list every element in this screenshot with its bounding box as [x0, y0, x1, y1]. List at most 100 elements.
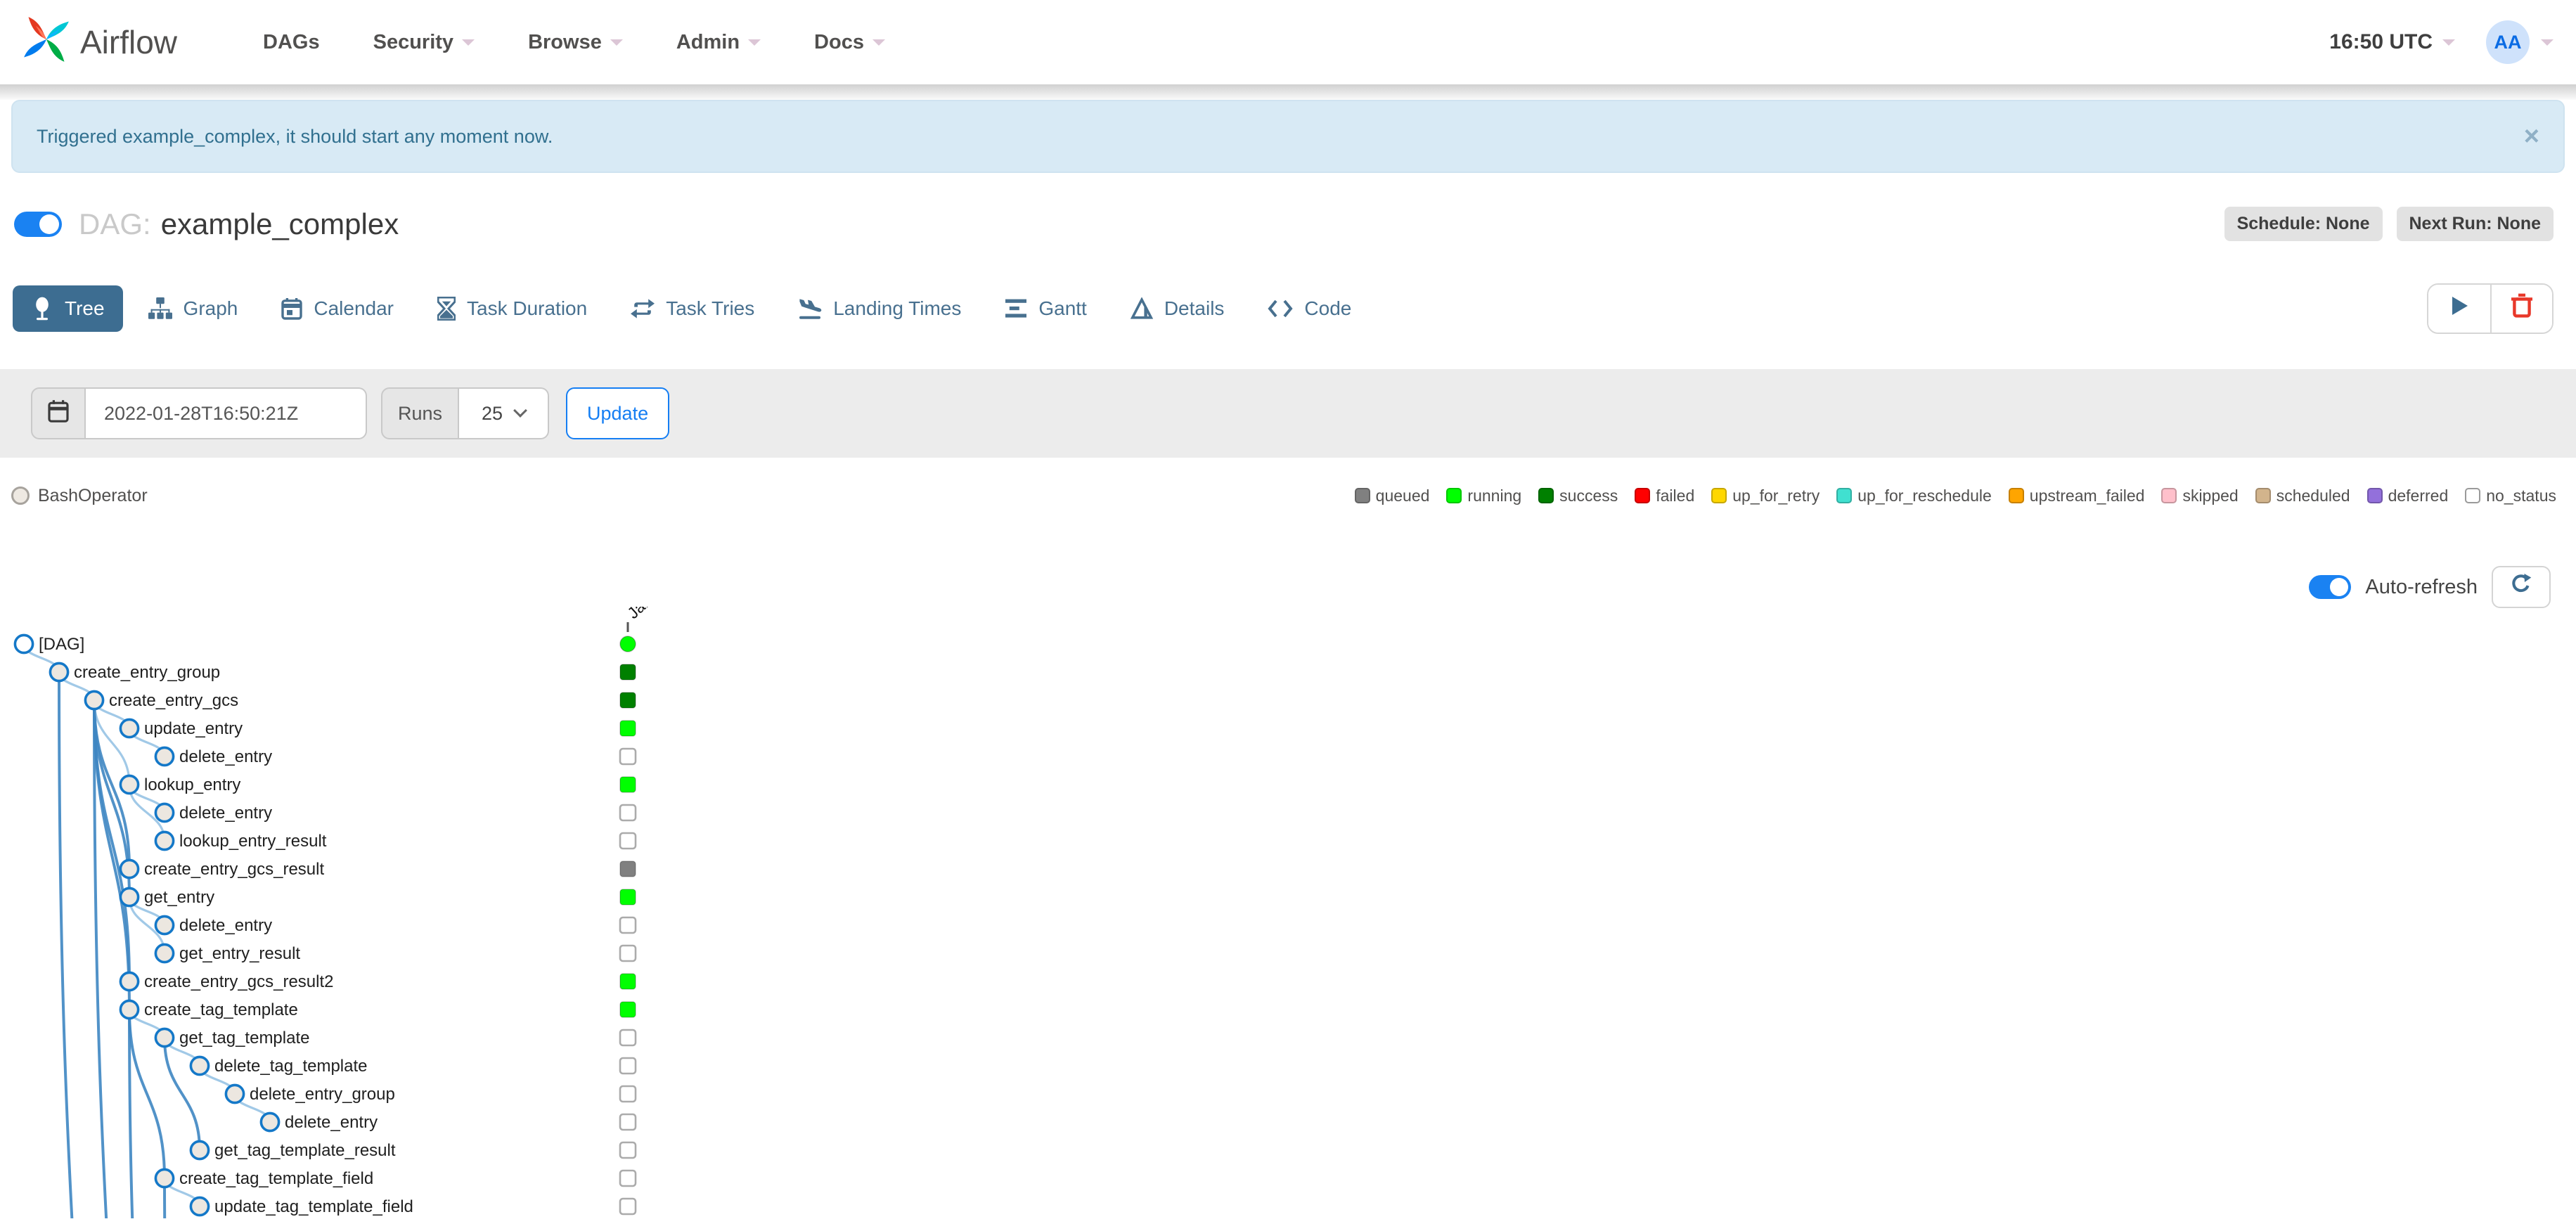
datepicker-button[interactable]	[31, 387, 86, 439]
tab-label: Gantt	[1038, 297, 1087, 319]
task-node-DAG[interactable]	[13, 633, 34, 655]
update-button[interactable]: Update	[566, 387, 670, 439]
nav-item-security[interactable]: Security	[373, 31, 475, 54]
tab-task-tries[interactable]: Task Tries	[612, 286, 773, 331]
task-node-delete_tag_template[interactable]	[189, 1055, 210, 1076]
task-status-square-no_status[interactable]	[619, 944, 637, 962]
refresh-button[interactable]	[2492, 566, 2551, 608]
task-status-square-running[interactable]	[619, 973, 636, 990]
chevron-down-icon	[748, 39, 761, 46]
brand-text: Airflow	[80, 24, 178, 60]
task-status-square-no_status[interactable]	[619, 1029, 637, 1047]
task-status-square-no_status[interactable]	[619, 916, 637, 934]
task-node-lookup_entry_result[interactable]	[154, 830, 175, 851]
clock-dropdown[interactable]: 16:50 UTC	[2329, 30, 2455, 54]
status-legend-item-scheduled[interactable]: scheduled	[2255, 486, 2350, 505]
status-legend-item-up_for_retry[interactable]: up_for_retry	[1711, 486, 1820, 505]
trigger-dag-button[interactable]	[2428, 285, 2490, 333]
tab-task-duration[interactable]: Task Duration	[419, 285, 605, 332]
auto-refresh-toggle[interactable]	[2309, 575, 2352, 599]
airflow-logo-icon	[22, 15, 70, 69]
task-node-create_entry_group[interactable]	[49, 662, 70, 683]
status-legend-item-running[interactable]: running	[1446, 486, 1521, 505]
task-status-square-no_status[interactable]	[619, 747, 637, 766]
task-node-update_entry[interactable]	[119, 718, 140, 739]
tab-details[interactable]: Details	[1112, 286, 1243, 331]
tab-code[interactable]: Code	[1249, 286, 1370, 331]
task-status-square-no_status[interactable]	[619, 1197, 637, 1216]
task-node-create_tag_template[interactable]	[119, 999, 140, 1020]
status-legend-item-queued[interactable]: queued	[1354, 486, 1430, 505]
close-icon[interactable]: ×	[2524, 123, 2539, 150]
dag-run-status-circle[interactable]	[619, 636, 636, 652]
tab-calendar[interactable]: Calendar	[263, 286, 412, 331]
task-node-create_entry_gcs_result[interactable]	[119, 858, 140, 879]
task-status-square-no_status[interactable]	[619, 1141, 637, 1159]
chevron-down-icon	[2442, 39, 2455, 46]
task-node-get_entry_result[interactable]	[154, 943, 175, 964]
base-date-input[interactable]	[86, 387, 367, 439]
task-status-square-no_status[interactable]	[619, 1085, 637, 1103]
task-status-square-no_status[interactable]	[619, 832, 637, 850]
task-node-get_tag_template_result[interactable]	[189, 1140, 210, 1161]
tab-gantt[interactable]: Gantt	[986, 286, 1105, 331]
task-status-square-running[interactable]	[619, 1001, 636, 1018]
task-status-square-success[interactable]	[619, 664, 636, 681]
dag-pause-toggle[interactable]	[14, 211, 62, 237]
status-legend-label: queued	[1375, 486, 1430, 505]
task-node-delete_entry_group[interactable]	[224, 1083, 245, 1104]
status-legend-item-success[interactable]: success	[1538, 486, 1618, 505]
user-menu[interactable]: AA	[2486, 20, 2554, 64]
status-legend-item-up_for_reschedule[interactable]: up_for_reschedule	[1836, 486, 1992, 505]
task-node-delete_entry[interactable]	[259, 1111, 281, 1133]
status-legend-item-failed[interactable]: failed	[1635, 486, 1694, 505]
task-status-square-no_status[interactable]	[619, 1057, 637, 1075]
nav-item-admin[interactable]: Admin	[676, 31, 761, 54]
tab-graph[interactable]: Graph	[130, 286, 257, 331]
schedule-badge: Schedule: None	[2224, 207, 2383, 241]
task-node-update_tag_template_field[interactable]	[189, 1196, 210, 1217]
task-status-square-running[interactable]	[619, 720, 636, 737]
task-node-lookup_entry[interactable]	[119, 774, 140, 795]
task-node-delete_entry[interactable]	[154, 746, 175, 767]
tab-landing-times[interactable]: Landing Times	[780, 286, 979, 331]
task-node-get_entry[interactable]	[119, 887, 140, 908]
num-runs-select[interactable]: 25	[459, 387, 550, 439]
task-status-square-running[interactable]	[619, 776, 636, 793]
task-status-square-no_status[interactable]	[619, 1113, 637, 1131]
task-label: create_entry_gcs_result	[144, 860, 324, 879]
trash-icon	[2510, 293, 2534, 324]
tab-label: Task Tries	[666, 297, 755, 319]
tab-label: Landing Times	[833, 297, 962, 319]
status-legend-item-upstream_failed[interactable]: upstream_failed	[2008, 486, 2144, 505]
tab-tree[interactable]: Tree	[13, 285, 123, 332]
task-node-create_entry_gcs_result2[interactable]	[119, 971, 140, 992]
tab-label: Calendar	[314, 297, 394, 319]
task-status-square-no_status[interactable]	[619, 804, 637, 822]
status-legend-item-skipped[interactable]: skipped	[2161, 486, 2239, 505]
status-legend-label: scheduled	[2276, 486, 2350, 505]
plane-landing-icon	[798, 297, 822, 320]
task-status-square-success[interactable]	[619, 692, 636, 709]
nav-item-browse[interactable]: Browse	[528, 31, 623, 54]
task-node-create_tag_template_field[interactable]	[154, 1168, 175, 1189]
delete-dag-button[interactable]	[2490, 285, 2552, 333]
nav-item-docs[interactable]: Docs	[814, 31, 885, 54]
auto-refresh-label: Auto-refresh	[2365, 575, 2478, 598]
airflow-brand[interactable]: Airflow	[22, 15, 177, 69]
task-status-square-running[interactable]	[619, 889, 636, 905]
operator-legend: BashOperator	[11, 486, 148, 506]
task-node-delete_entry[interactable]	[154, 802, 175, 823]
status-legend-item-no_status[interactable]: no_status	[2465, 486, 2556, 505]
status-legend-label: deferred	[2388, 486, 2449, 505]
task-node-create_entry_gcs[interactable]	[84, 690, 105, 711]
task-status-square-no_status[interactable]	[619, 1169, 637, 1187]
operator-legend-label: BashOperator	[38, 485, 148, 505]
schedule-badges: Schedule: None Next Run: None	[2224, 207, 2554, 241]
tree-edge	[58, 671, 74, 1218]
task-node-get_tag_template[interactable]	[154, 1027, 175, 1048]
task-node-delete_entry[interactable]	[154, 915, 175, 936]
status-legend-item-deferred[interactable]: deferred	[2366, 486, 2449, 505]
task-status-square-queued[interactable]	[619, 861, 636, 877]
nav-item-dags[interactable]: DAGs	[263, 31, 320, 54]
